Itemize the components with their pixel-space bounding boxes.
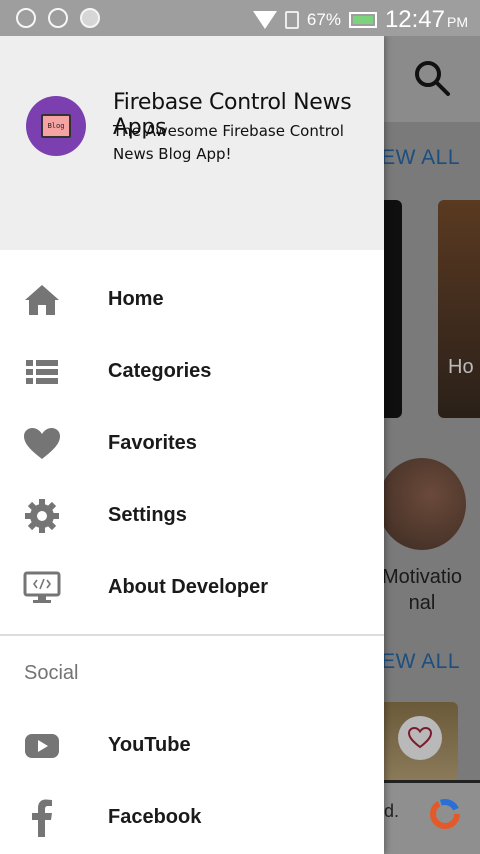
notification-icon bbox=[80, 8, 100, 28]
notification-icons bbox=[16, 8, 100, 28]
search-icon[interactable] bbox=[412, 58, 452, 98]
wifi-icon bbox=[252, 11, 277, 29]
list-icon bbox=[22, 354, 62, 390]
facebook-icon bbox=[22, 799, 62, 837]
youtube-icon bbox=[22, 728, 62, 764]
view-all-link[interactable]: EW ALL bbox=[381, 650, 460, 674]
menu-label: About Developer bbox=[108, 576, 269, 598]
ad-logo-icon bbox=[430, 799, 460, 829]
menu-item-categories[interactable]: Categories bbox=[0, 336, 384, 408]
menu-item-youtube[interactable]: YouTube bbox=[0, 710, 384, 782]
drawer-menu: Home Categories Favorites Settings About… bbox=[0, 264, 384, 624]
ad-text: d. bbox=[384, 801, 400, 821]
menu-label: Home bbox=[108, 288, 164, 310]
section-title-social: Social bbox=[24, 662, 79, 684]
notification-icon bbox=[16, 8, 36, 28]
notification-icon bbox=[48, 8, 68, 28]
app-logo-avatar: Blog bbox=[26, 96, 86, 156]
heart-icon bbox=[22, 426, 62, 462]
system-icons: 67% 12:47 PM bbox=[252, 6, 468, 34]
menu-label: Settings bbox=[108, 504, 187, 526]
menu-label: Favorites bbox=[108, 432, 197, 454]
menu-label: Facebook bbox=[108, 806, 202, 828]
social-menu: YouTube Facebook bbox=[0, 710, 384, 854]
menu-item-home[interactable]: Home bbox=[0, 264, 384, 336]
monitor-code-icon bbox=[22, 570, 62, 606]
favorite-heart-icon[interactable] bbox=[398, 716, 442, 760]
battery-percent: 67% bbox=[306, 10, 341, 29]
drawer-header: Blog Firebase Control News Apps The Awes… bbox=[0, 36, 384, 250]
menu-item-settings[interactable]: Settings bbox=[0, 480, 384, 552]
menu-item-facebook[interactable]: Facebook bbox=[0, 782, 384, 854]
status-bar: 67% 12:47 PM bbox=[0, 0, 480, 36]
category-image[interactable] bbox=[378, 458, 466, 550]
drawer-subtitle: The Awesome Firebase Control News Blog A… bbox=[113, 122, 344, 163]
menu-divider bbox=[0, 634, 384, 636]
navigation-drawer: Blog Firebase Control News Apps The Awes… bbox=[0, 36, 384, 854]
menu-label: YouTube bbox=[108, 734, 191, 756]
ad-banner[interactable]: d. bbox=[384, 780, 480, 854]
sim-icon bbox=[284, 11, 299, 29]
menu-item-about-developer[interactable]: About Developer bbox=[0, 552, 384, 624]
news-card[interactable]: Ho bbox=[438, 200, 480, 418]
category-label: Motivatio nal bbox=[381, 566, 463, 614]
battery-icon bbox=[348, 12, 377, 28]
home-icon bbox=[22, 282, 62, 318]
blog-logo-icon: Blog bbox=[41, 114, 71, 138]
gear-icon bbox=[22, 498, 62, 534]
clock: 12:47 PM bbox=[384, 6, 468, 33]
menu-item-favorites[interactable]: Favorites bbox=[0, 408, 384, 480]
menu-label: Categories bbox=[108, 360, 212, 382]
view-all-link[interactable]: EW ALL bbox=[381, 146, 460, 170]
card-title: Ho bbox=[448, 356, 474, 378]
